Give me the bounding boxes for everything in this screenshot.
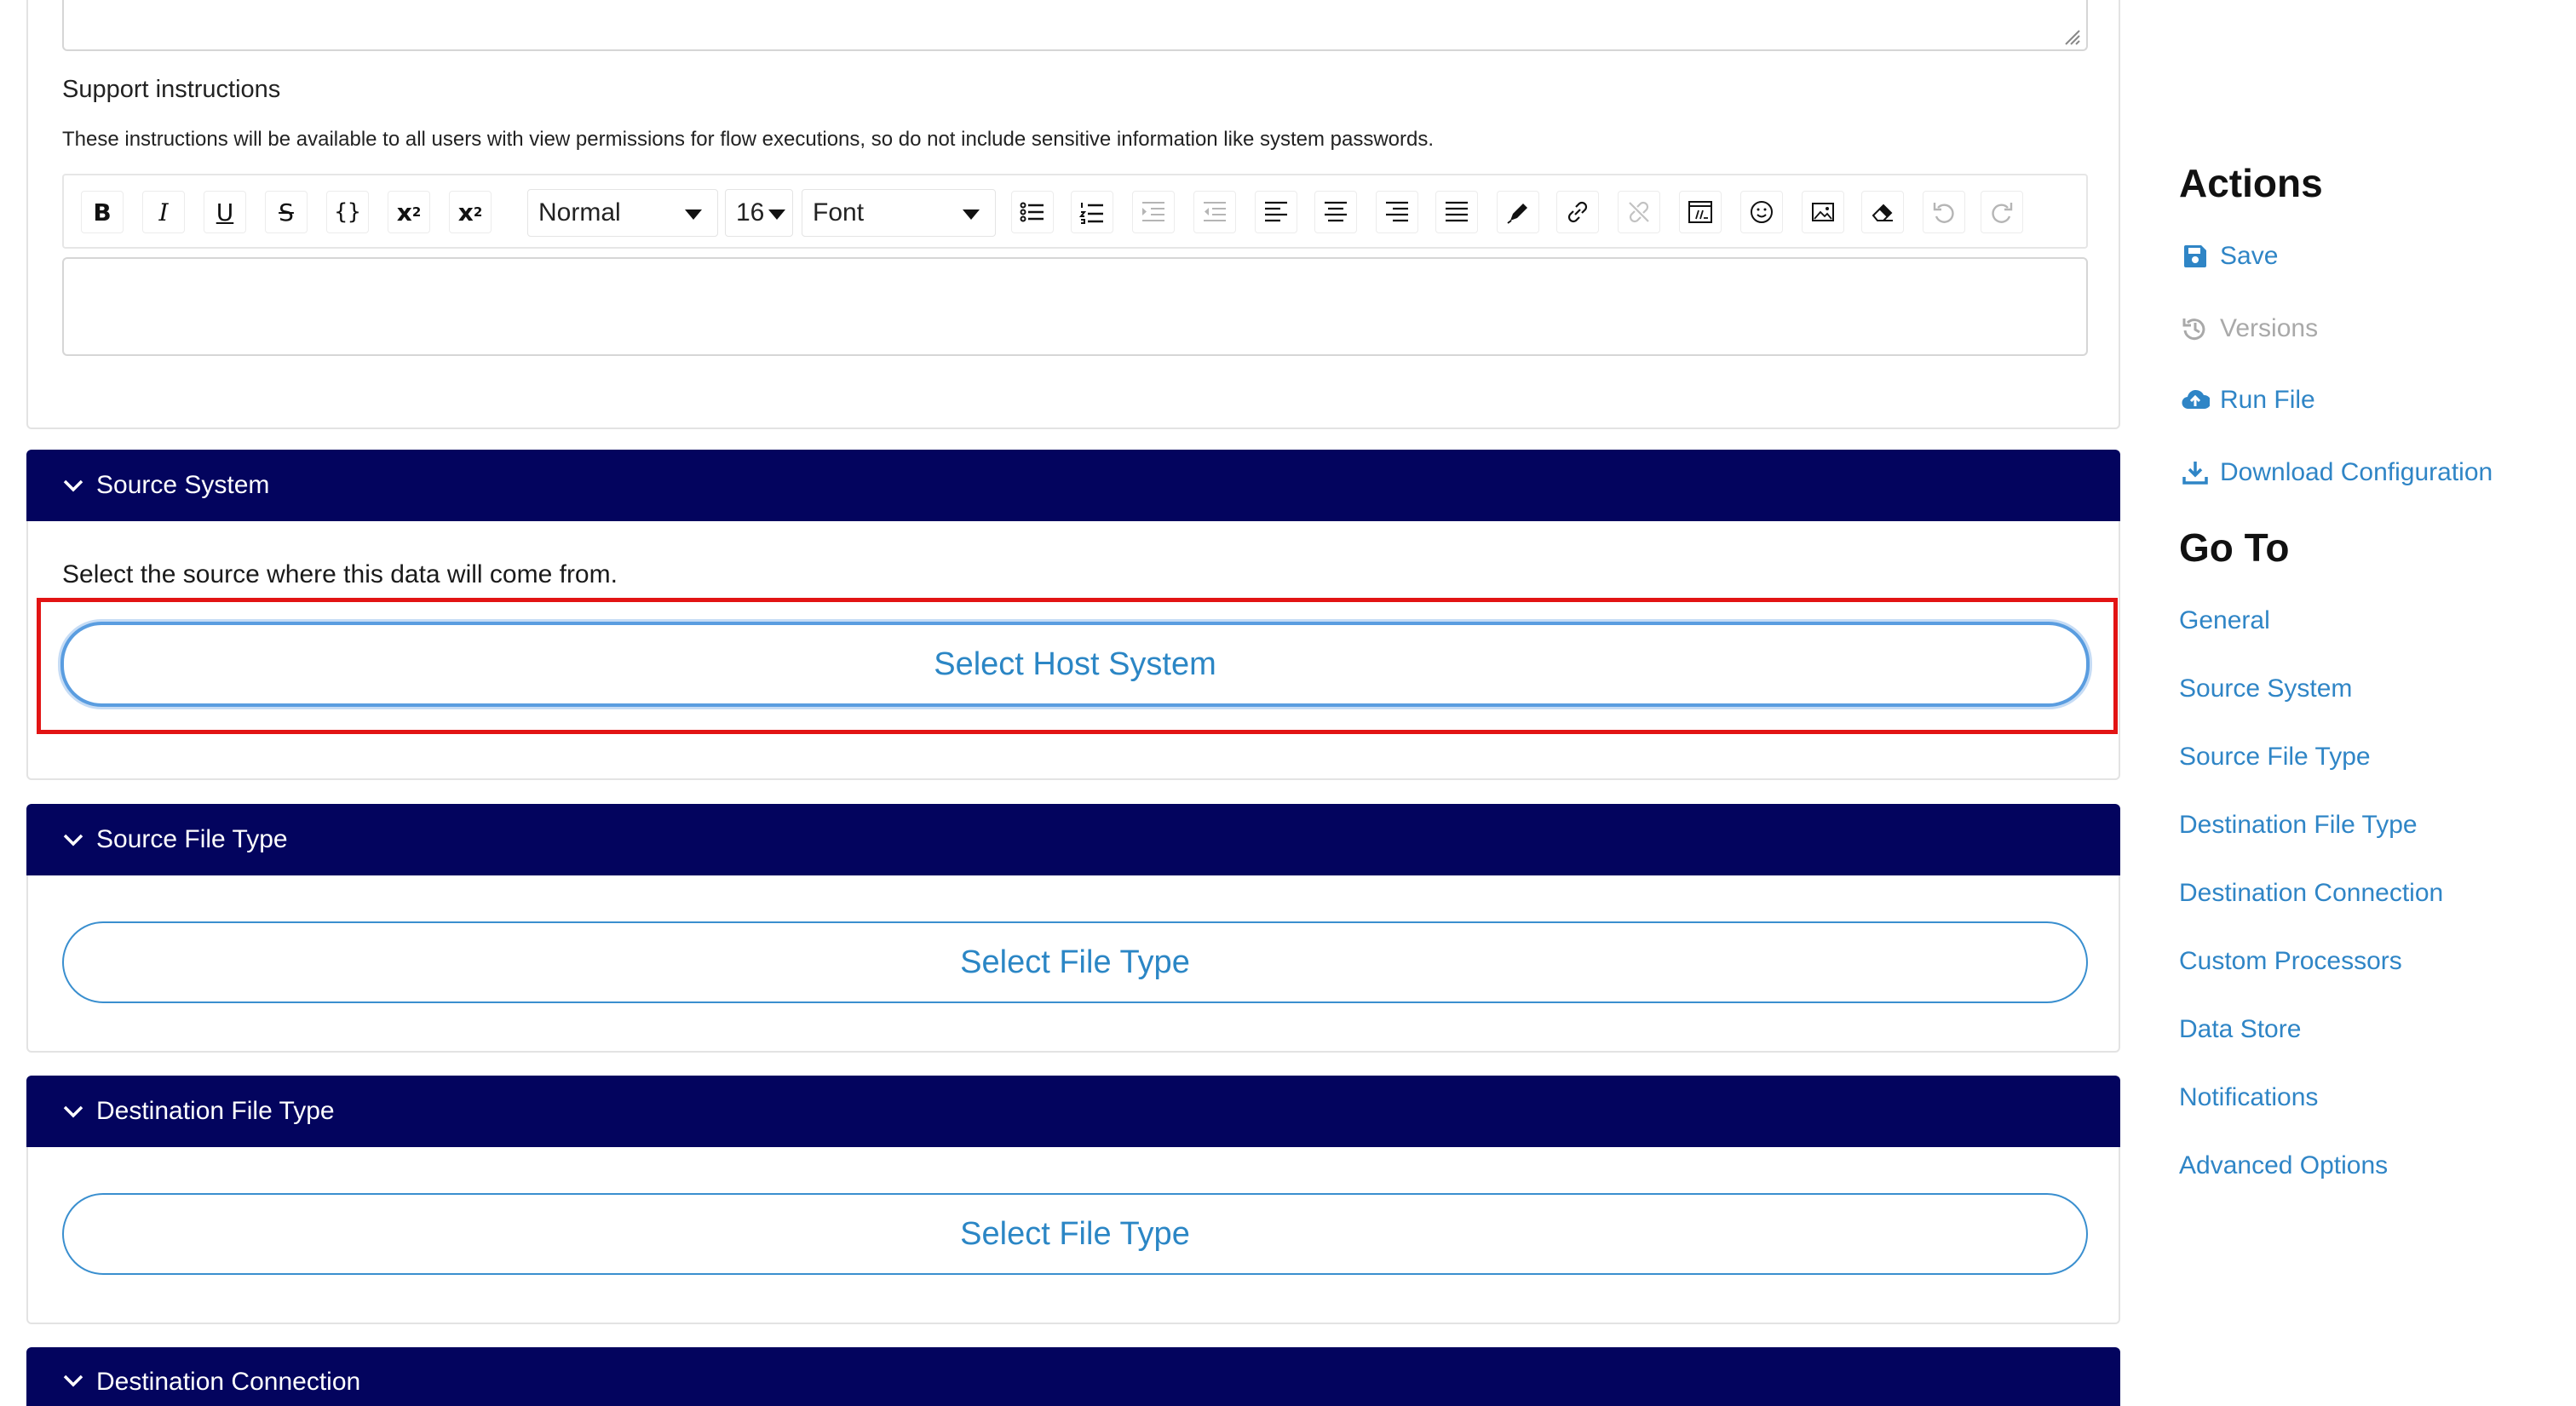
section-body-destination-file-type: Select File Type [26, 1147, 2120, 1324]
save-label: Save [2220, 242, 2279, 270]
cloud-upload-icon [2182, 389, 2210, 410]
unlink-icon[interactable] [1618, 191, 1660, 233]
chevron-down-icon [63, 479, 83, 492]
download-configuration-action[interactable]: Download Configuration [2181, 458, 2493, 487]
versions-label: Versions [2220, 314, 2319, 342]
history-icon [2182, 319, 2205, 341]
bold-icon[interactable]: B [81, 191, 124, 233]
run-file-label: Run File [2220, 386, 2315, 414]
chevron-down-icon [63, 834, 83, 846]
download-configuration-label: Download Configuration [2220, 458, 2493, 486]
code-block-icon[interactable] [1679, 191, 1722, 233]
goto-link-general[interactable]: General [2179, 606, 2270, 635]
section-title: Destination File Type [96, 1097, 335, 1125]
link-icon[interactable] [1556, 191, 1599, 233]
italic-icon[interactable]: I [142, 191, 185, 233]
text-color-icon[interactable] [1497, 191, 1539, 233]
align-right-icon[interactable] [1376, 191, 1418, 233]
save-icon [2184, 245, 2206, 267]
goto-link-notifications[interactable]: Notifications [2179, 1083, 2318, 1112]
resize-handle-icon[interactable] [2062, 27, 2081, 46]
goto-link-source-file-type[interactable]: Source File Type [2179, 743, 2371, 772]
emoji-icon[interactable] [1740, 191, 1783, 233]
goto-link-custom-processors[interactable]: Custom Processors [2179, 947, 2402, 976]
format-select[interactable]: Normal [527, 189, 718, 237]
section-header-source-system[interactable]: Source System [26, 450, 2120, 521]
code-icon[interactable]: {} [326, 191, 369, 233]
goto-link-advanced-options[interactable]: Advanced Options [2179, 1151, 2388, 1180]
download-icon [2182, 462, 2208, 485]
section-title: Source File Type [96, 825, 288, 853]
rich-text-toolbar: B I U S {} x2 x2 Normal 16 Font [62, 174, 2088, 249]
section-body-source-file-type: Select File Type [26, 875, 2120, 1053]
general-panel: Support instructions These instructions … [26, 0, 2120, 429]
goto-link-destination-connection[interactable]: Destination Connection [2179, 879, 2443, 908]
font-size-select[interactable]: 16 [725, 189, 793, 237]
highlight-box [37, 598, 2118, 734]
align-center-icon[interactable] [1314, 191, 1357, 233]
source-system-description: Select the source where this data will c… [62, 560, 618, 588]
chevron-down-icon [63, 1374, 83, 1387]
section-header-destination-connection[interactable]: Destination Connection [26, 1347, 2120, 1406]
eraser-icon[interactable] [1861, 191, 1904, 233]
support-instructions-editor[interactable] [62, 257, 2088, 356]
goto-heading: Go To [2179, 525, 2290, 570]
goto-link-destination-file-type[interactable]: Destination File Type [2179, 811, 2418, 840]
strikethrough-icon[interactable]: S [265, 191, 308, 233]
section-header-destination-file-type[interactable]: Destination File Type [26, 1076, 2120, 1147]
image-icon[interactable] [1802, 191, 1844, 233]
chevron-down-icon [63, 1105, 83, 1118]
section-header-source-file-type[interactable]: Source File Type [26, 804, 2120, 875]
bulleted-list-icon[interactable] [1011, 191, 1054, 233]
justify-icon[interactable] [1435, 191, 1478, 233]
chevron-down-icon [685, 209, 702, 220]
goto-link-source-system[interactable]: Source System [2179, 674, 2352, 703]
run-file-action[interactable]: Run File [2181, 386, 2315, 415]
redo-icon[interactable] [1981, 191, 2023, 233]
versions-action[interactable]: Versions [2181, 314, 2318, 343]
save-action[interactable]: Save [2181, 242, 2278, 271]
underline-icon[interactable]: U [204, 191, 246, 233]
format-select-value: Normal [538, 198, 621, 227]
numbered-list-icon[interactable] [1071, 191, 1113, 233]
font-select-value: Font [813, 198, 865, 227]
select-destination-file-type-button[interactable]: Select File Type [62, 1193, 2088, 1275]
actions-heading: Actions [2179, 161, 2323, 205]
support-instructions-help: These instructions will be available to … [62, 128, 1435, 151]
font-select[interactable]: Font [802, 189, 996, 237]
support-instructions-label: Support instructions [62, 76, 281, 103]
indent-icon[interactable] [1132, 191, 1175, 233]
chevron-down-icon [768, 209, 785, 220]
chevron-down-icon [963, 209, 980, 220]
section-title: Source System [96, 471, 270, 499]
undo-icon[interactable] [1923, 191, 1965, 233]
superscript-icon[interactable]: x2 [388, 191, 430, 233]
select-source-file-type-button[interactable]: Select File Type [62, 921, 2088, 1003]
font-size-value: 16 [736, 198, 765, 227]
section-title: Destination Connection [96, 1368, 361, 1396]
align-left-icon[interactable] [1255, 191, 1297, 233]
description-textarea[interactable] [62, 0, 2088, 51]
outdent-icon[interactable] [1193, 191, 1236, 233]
subscript-icon[interactable]: x2 [449, 191, 492, 233]
goto-link-data-store[interactable]: Data Store [2179, 1015, 2301, 1044]
